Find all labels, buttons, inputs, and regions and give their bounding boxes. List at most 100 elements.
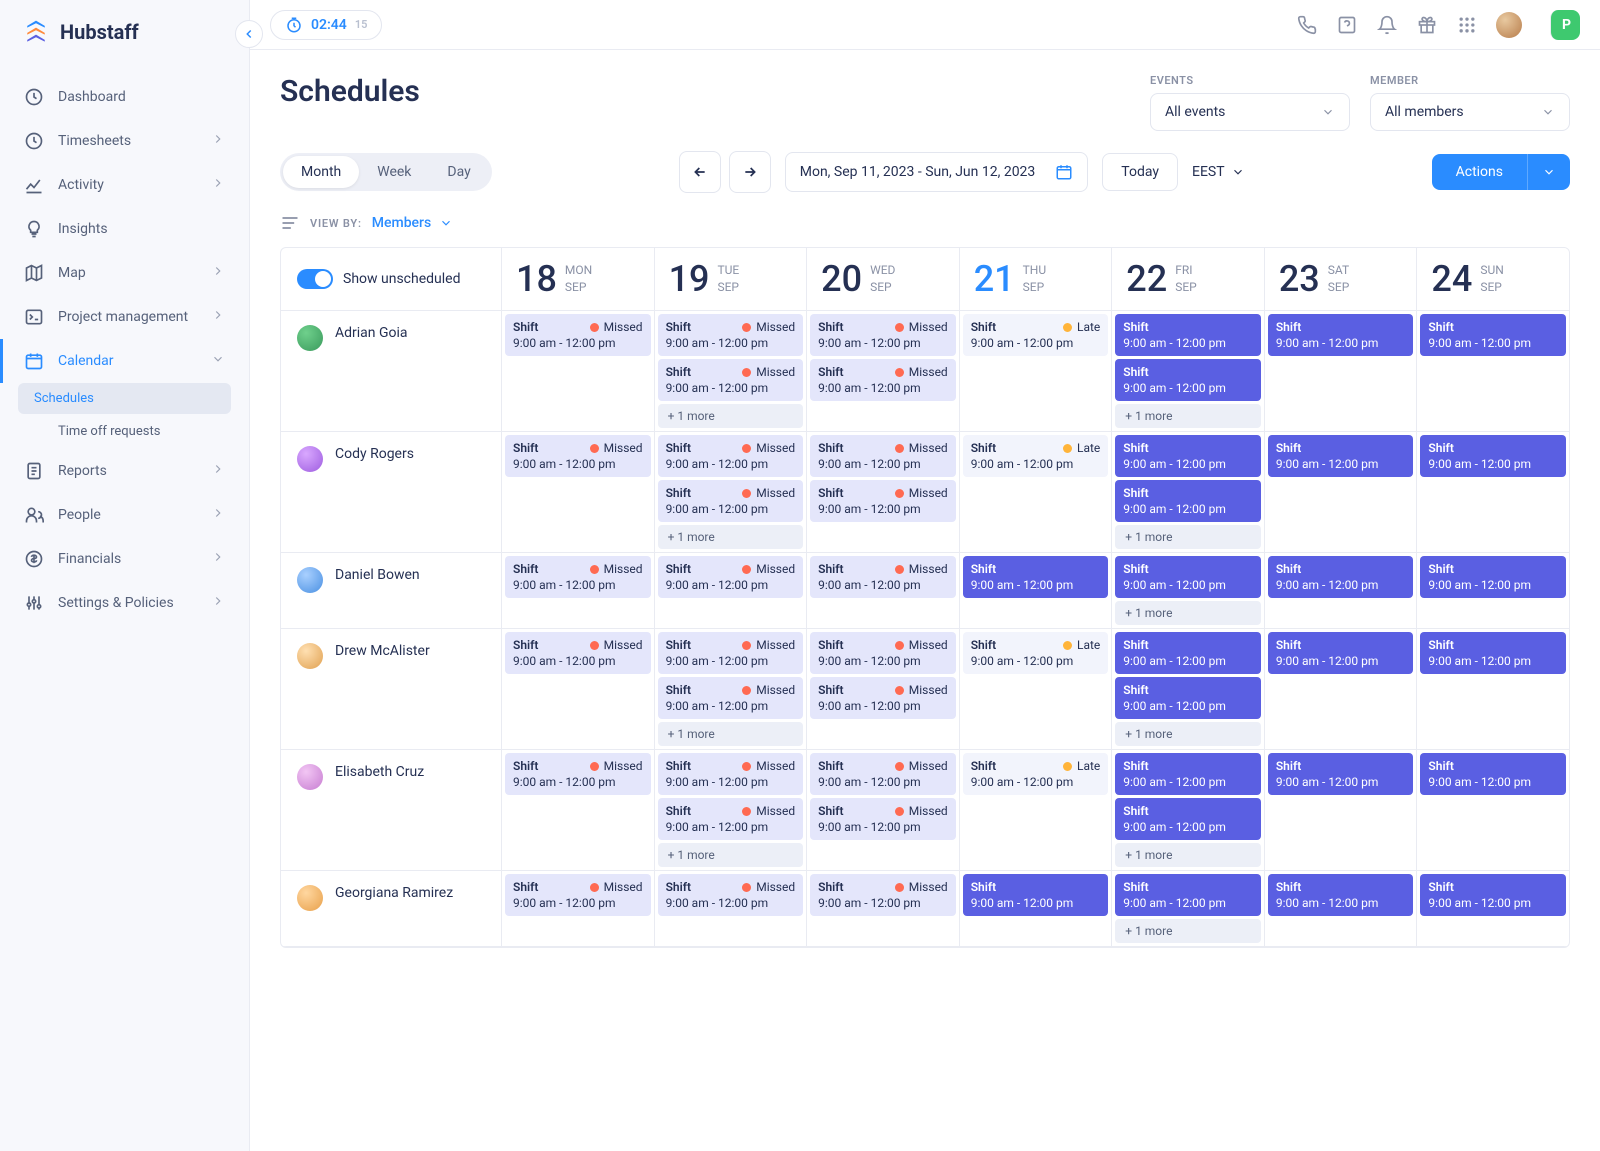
more-shifts-button[interactable]: + 1 more: [1115, 722, 1261, 746]
more-shifts-button[interactable]: + 1 more: [1115, 919, 1261, 943]
view-by-value[interactable]: Members: [372, 215, 453, 231]
shift-block[interactable]: ShiftMissed9:00 am - 12:00 pm: [658, 556, 804, 598]
phone-icon[interactable]: [1296, 14, 1318, 36]
shift-block[interactable]: ShiftMissed9:00 am - 12:00 pm: [505, 556, 651, 598]
workspace-badge[interactable]: P: [1550, 10, 1580, 40]
shift-block[interactable]: Shift9:00 am - 12:00 pm: [1115, 874, 1261, 916]
sidebar-collapse-button[interactable]: [235, 20, 263, 48]
shift-block[interactable]: Shift9:00 am - 12:00 pm: [1115, 632, 1261, 674]
sidebar-item-settings-policies[interactable]: Settings & Policies: [0, 581, 249, 625]
shift-block[interactable]: Shift9:00 am - 12:00 pm: [1420, 435, 1566, 477]
segment-month[interactable]: Month: [283, 156, 359, 188]
shift-block[interactable]: ShiftLate9:00 am - 12:00 pm: [963, 753, 1109, 795]
more-shifts-button[interactable]: + 1 more: [1115, 404, 1261, 428]
shift-block[interactable]: ShiftMissed9:00 am - 12:00 pm: [810, 874, 956, 916]
sidebar-subitem-time-off-requests[interactable]: Time off requests: [0, 414, 249, 449]
sidebar-item-insights[interactable]: Insights: [0, 207, 249, 251]
more-shifts-button[interactable]: + 1 more: [1115, 601, 1261, 625]
shift-block[interactable]: ShiftMissed9:00 am - 12:00 pm: [658, 753, 804, 795]
shift-block[interactable]: Shift9:00 am - 12:00 pm: [1115, 435, 1261, 477]
shift-block[interactable]: Shift9:00 am - 12:00 pm: [1268, 753, 1414, 795]
sidebar-item-reports[interactable]: Reports: [0, 449, 249, 493]
shift-block[interactable]: ShiftMissed9:00 am - 12:00 pm: [810, 435, 956, 477]
show-unscheduled-toggle[interactable]: [297, 269, 333, 289]
shift-block[interactable]: Shift9:00 am - 12:00 pm: [1115, 677, 1261, 719]
shift-block[interactable]: ShiftMissed9:00 am - 12:00 pm: [810, 632, 956, 674]
shift-block[interactable]: Shift9:00 am - 12:00 pm: [1115, 753, 1261, 795]
shift-block[interactable]: Shift9:00 am - 12:00 pm: [1115, 480, 1261, 522]
apps-icon[interactable]: [1456, 14, 1478, 36]
sidebar-item-people[interactable]: People: [0, 493, 249, 537]
shift-block[interactable]: ShiftMissed9:00 am - 12:00 pm: [505, 874, 651, 916]
shift-block[interactable]: Shift9:00 am - 12:00 pm: [1115, 798, 1261, 840]
shift-block[interactable]: Shift9:00 am - 12:00 pm: [1268, 314, 1414, 356]
sidebar-item-project-management[interactable]: Project management: [0, 295, 249, 339]
more-shifts-button[interactable]: + 1 more: [1115, 843, 1261, 867]
more-shifts-button[interactable]: + 1 more: [658, 404, 804, 428]
shift-block[interactable]: ShiftMissed9:00 am - 12:00 pm: [658, 632, 804, 674]
shift-block[interactable]: Shift9:00 am - 12:00 pm: [1268, 556, 1414, 598]
shift-block[interactable]: ShiftLate9:00 am - 12:00 pm: [963, 314, 1109, 356]
segment-week[interactable]: Week: [359, 156, 429, 188]
shift-block[interactable]: Shift9:00 am - 12:00 pm: [1115, 556, 1261, 598]
today-button[interactable]: Today: [1102, 153, 1178, 191]
shift-block[interactable]: ShiftMissed9:00 am - 12:00 pm: [658, 435, 804, 477]
sidebar-item-calendar[interactable]: Calendar: [0, 339, 249, 383]
more-shifts-button[interactable]: + 1 more: [658, 525, 804, 549]
events-filter[interactable]: All events: [1150, 93, 1350, 131]
shift-block[interactable]: ShiftMissed9:00 am - 12:00 pm: [810, 753, 956, 795]
shift-block[interactable]: ShiftMissed9:00 am - 12:00 pm: [505, 753, 651, 795]
shift-block[interactable]: ShiftLate9:00 am - 12:00 pm: [963, 632, 1109, 674]
sidebar-subitem-schedules[interactable]: Schedules: [18, 383, 231, 414]
shift-block[interactable]: ShiftMissed9:00 am - 12:00 pm: [658, 874, 804, 916]
user-avatar[interactable]: [1496, 12, 1522, 38]
shift-block[interactable]: Shift9:00 am - 12:00 pm: [1268, 874, 1414, 916]
shift-block[interactable]: ShiftMissed9:00 am - 12:00 pm: [810, 677, 956, 719]
shift-block[interactable]: ShiftMissed9:00 am - 12:00 pm: [810, 480, 956, 522]
shift-block[interactable]: Shift9:00 am - 12:00 pm: [1115, 314, 1261, 356]
timezone-selector[interactable]: EEST: [1192, 164, 1245, 180]
sidebar-item-financials[interactable]: Financials: [0, 537, 249, 581]
sidebar-item-map[interactable]: Map: [0, 251, 249, 295]
bell-icon[interactable]: [1376, 14, 1398, 36]
shift-block[interactable]: ShiftMissed9:00 am - 12:00 pm: [658, 677, 804, 719]
next-period-button[interactable]: [729, 151, 771, 193]
timer-pill[interactable]: 02:44 15: [270, 10, 382, 40]
shift-block[interactable]: ShiftMissed9:00 am - 12:00 pm: [505, 314, 651, 356]
shift-block[interactable]: ShiftMissed9:00 am - 12:00 pm: [658, 480, 804, 522]
shift-block[interactable]: ShiftMissed9:00 am - 12:00 pm: [810, 359, 956, 401]
shift-block[interactable]: ShiftMissed9:00 am - 12:00 pm: [658, 359, 804, 401]
shift-block[interactable]: ShiftMissed9:00 am - 12:00 pm: [505, 632, 651, 674]
prev-period-button[interactable]: [679, 151, 721, 193]
shift-block[interactable]: Shift9:00 am - 12:00 pm: [1115, 359, 1261, 401]
actions-button[interactable]: Actions: [1432, 154, 1570, 190]
segment-day[interactable]: Day: [429, 156, 488, 188]
sidebar-item-timesheets[interactable]: Timesheets: [0, 119, 249, 163]
sidebar-item-dashboard[interactable]: Dashboard: [0, 75, 249, 119]
shift-block[interactable]: Shift9:00 am - 12:00 pm: [1420, 632, 1566, 674]
shift-block[interactable]: ShiftMissed9:00 am - 12:00 pm: [658, 798, 804, 840]
shift-block[interactable]: Shift9:00 am - 12:00 pm: [1420, 874, 1566, 916]
shift-block[interactable]: Shift9:00 am - 12:00 pm: [1268, 435, 1414, 477]
shift-block[interactable]: Shift9:00 am - 12:00 pm: [963, 874, 1109, 916]
shift-block[interactable]: Shift9:00 am - 12:00 pm: [1420, 753, 1566, 795]
shift-block[interactable]: Shift9:00 am - 12:00 pm: [1420, 556, 1566, 598]
more-shifts-button[interactable]: + 1 more: [1115, 525, 1261, 549]
more-shifts-button[interactable]: + 1 more: [658, 722, 804, 746]
shift-block[interactable]: ShiftMissed9:00 am - 12:00 pm: [658, 314, 804, 356]
shift-block[interactable]: ShiftMissed9:00 am - 12:00 pm: [810, 314, 956, 356]
more-shifts-button[interactable]: + 1 more: [658, 843, 804, 867]
help-icon[interactable]: [1336, 14, 1358, 36]
shift-block[interactable]: Shift9:00 am - 12:00 pm: [963, 556, 1109, 598]
shift-block[interactable]: ShiftLate9:00 am - 12:00 pm: [963, 435, 1109, 477]
shift-block[interactable]: ShiftMissed9:00 am - 12:00 pm: [505, 435, 651, 477]
shift-block[interactable]: Shift9:00 am - 12:00 pm: [1268, 632, 1414, 674]
shift-block[interactable]: ShiftMissed9:00 am - 12:00 pm: [810, 798, 956, 840]
gift-icon[interactable]: [1416, 14, 1438, 36]
actions-chevron-icon[interactable]: [1527, 154, 1570, 190]
member-filter[interactable]: All members: [1370, 93, 1570, 131]
date-range-picker[interactable]: Mon, Sep 11, 2023 - Sun, Jun 12, 2023: [785, 152, 1089, 192]
sidebar-item-activity[interactable]: Activity: [0, 163, 249, 207]
shift-block[interactable]: Shift9:00 am - 12:00 pm: [1420, 314, 1566, 356]
shift-block[interactable]: ShiftMissed9:00 am - 12:00 pm: [810, 556, 956, 598]
